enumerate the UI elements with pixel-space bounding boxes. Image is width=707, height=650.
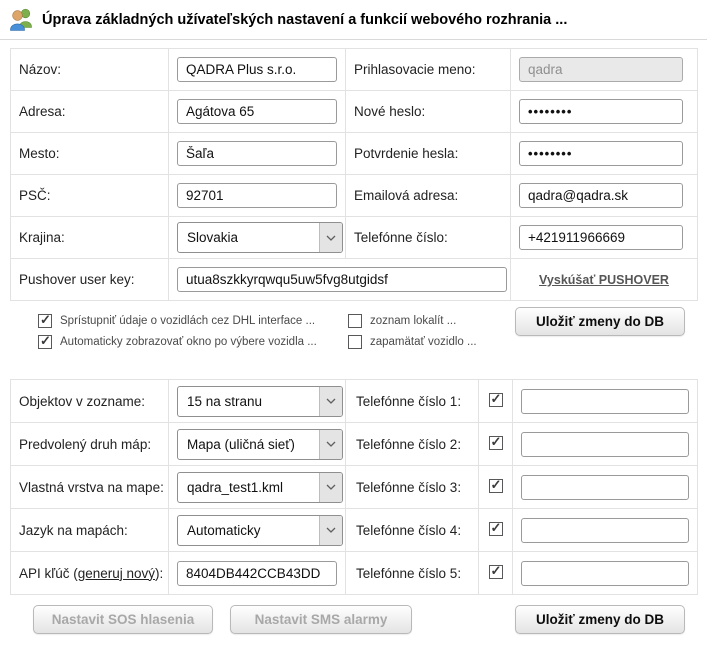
psc-input[interactable] bbox=[177, 183, 337, 208]
auto-okno-label: Automaticky zobrazovať okno po výbere vo… bbox=[60, 336, 317, 348]
nove-heslo-label: Nové heslo: bbox=[346, 91, 511, 133]
email-input[interactable] bbox=[519, 183, 683, 208]
pushover-key-label: Pushover user key: bbox=[11, 259, 169, 301]
zoznam-lokalit-label: zoznam lokalít ... bbox=[370, 315, 456, 327]
telefon-2-checkbox[interactable] bbox=[489, 436, 503, 450]
objektov-select-value: 15 na stranu bbox=[178, 394, 319, 409]
potvrdenie-hesla-label: Potvrdenie hesla: bbox=[346, 133, 511, 175]
nazov-input[interactable] bbox=[177, 57, 337, 82]
dhl-interface-checkbox[interactable] bbox=[38, 314, 52, 328]
table-row: Objektov v zozname: 15 na stranu Telefón… bbox=[11, 380, 698, 423]
telefon-3-input[interactable] bbox=[521, 475, 689, 500]
pushover-key-input[interactable] bbox=[177, 267, 507, 292]
krajina-select[interactable]: Slovakia bbox=[177, 222, 343, 253]
druh-map-label: Predvolený druh máp: bbox=[11, 423, 169, 466]
mesto-input[interactable] bbox=[177, 141, 337, 166]
zapamatat-vozidlo-checkbox[interactable] bbox=[348, 335, 362, 349]
table-row: Adresa: Nové heslo: bbox=[11, 91, 698, 133]
api-kluc-label: API kľúč (generuj nový): bbox=[11, 552, 169, 595]
objektov-select[interactable]: 15 na stranu bbox=[177, 386, 343, 417]
mesto-label: Mesto: bbox=[11, 133, 169, 175]
table-row: API kľúč (generuj nový): Telefónne číslo… bbox=[11, 552, 698, 595]
api-kluc-input[interactable] bbox=[177, 561, 337, 586]
vrstva-label: Vlastná vrstva na mape: bbox=[11, 466, 169, 509]
chevron-down-icon bbox=[319, 473, 342, 502]
save-db-button-bottom[interactable]: Uložiť zmeny do DB bbox=[515, 605, 685, 634]
chevron-down-icon bbox=[319, 430, 342, 459]
options-zone: Sprístupniť údaje o vozidlách cez DHL in… bbox=[0, 301, 707, 371]
table-row: PSČ: Emailová adresa: bbox=[11, 175, 698, 217]
chevron-down-icon bbox=[319, 516, 342, 545]
nazov-label: Názov: bbox=[11, 49, 169, 91]
druh-map-select-value: Mapa (uličná sieť) bbox=[178, 437, 319, 452]
chevron-down-icon bbox=[319, 387, 342, 416]
zoznam-lokalit-checkbox[interactable] bbox=[348, 314, 362, 328]
psc-label: PSČ: bbox=[11, 175, 169, 217]
telefon-4-input[interactable] bbox=[521, 518, 689, 543]
table-row: Krajina: Slovakia Telefónne číslo: bbox=[11, 217, 698, 259]
telefon-2-input[interactable] bbox=[521, 432, 689, 457]
vrstva-select-value: qadra_test1.kml bbox=[178, 480, 319, 495]
krajina-label: Krajina: bbox=[11, 217, 169, 259]
table-row: Vlastná vrstva na mape: qadra_test1.kml … bbox=[11, 466, 698, 509]
objektov-label: Objektov v zozname: bbox=[11, 380, 169, 423]
telefon-1-checkbox[interactable] bbox=[489, 393, 503, 407]
druh-map-select[interactable]: Mapa (uličná sieť) bbox=[177, 429, 343, 460]
telefon-5-checkbox[interactable] bbox=[489, 565, 503, 579]
display-settings-table: Objektov v zozname: 15 na stranu Telefón… bbox=[10, 379, 698, 595]
table-row: Mesto: Potvrdenie hesla: bbox=[11, 133, 698, 175]
users-icon bbox=[8, 6, 35, 33]
table-row: Jazyk na mapách: Automaticky Telefónne č… bbox=[11, 509, 698, 552]
table-row: Predvolený druh máp: Mapa (uličná sieť) … bbox=[11, 423, 698, 466]
telefon-2-label: Telefónne číslo 2: bbox=[346, 423, 479, 466]
user-settings-table: Názov: Prihlasovacie meno: Adresa: Nové … bbox=[10, 48, 698, 301]
telefon-4-label: Telefónne číslo 4: bbox=[346, 509, 479, 552]
telefon-3-checkbox[interactable] bbox=[489, 479, 503, 493]
table-row: Názov: Prihlasovacie meno: bbox=[11, 49, 698, 91]
save-db-button-top[interactable]: Uložiť zmeny do DB bbox=[515, 307, 685, 336]
page-header: Úprava základných užívateľských nastaven… bbox=[0, 0, 707, 40]
auto-okno-checkbox[interactable] bbox=[38, 335, 52, 349]
table-row: Pushover user key: Vyskúšať PUSHOVER bbox=[11, 259, 698, 301]
jazyk-label: Jazyk na mapách: bbox=[11, 509, 169, 552]
telefon-input[interactable] bbox=[519, 225, 683, 250]
footer-actions: Nastavit SOS hlasenia Nastavit SMS alarm… bbox=[33, 605, 697, 634]
pushover-test-link[interactable]: Vyskúšať PUSHOVER bbox=[539, 273, 669, 287]
telefon-3-label: Telefónne číslo 3: bbox=[346, 466, 479, 509]
dhl-interface-label: Sprístupniť údaje o vozidlách cez DHL in… bbox=[60, 315, 315, 327]
page-title: Úprava základných užívateľských nastaven… bbox=[42, 12, 567, 28]
zapamatat-vozidlo-label: zapamätať vozidlo ... bbox=[370, 336, 477, 348]
telefon-5-label: Telefónne číslo 5: bbox=[346, 552, 479, 595]
vrstva-select[interactable]: qadra_test1.kml bbox=[177, 472, 343, 503]
prihlasovacie-meno-input bbox=[519, 57, 683, 82]
adresa-label: Adresa: bbox=[11, 91, 169, 133]
telefon-1-label: Telefónne číslo 1: bbox=[346, 380, 479, 423]
prihlasovacie-meno-label: Prihlasovacie meno: bbox=[346, 49, 511, 91]
email-label: Emailová adresa: bbox=[346, 175, 511, 217]
jazyk-select-value: Automaticky bbox=[178, 523, 319, 538]
telefon-label: Telefónne číslo: bbox=[346, 217, 511, 259]
sos-button[interactable]: Nastavit SOS hlasenia bbox=[33, 605, 213, 634]
nove-heslo-input[interactable] bbox=[519, 99, 683, 124]
sms-button[interactable]: Nastavit SMS alarmy bbox=[230, 605, 412, 634]
generuj-novy-link[interactable]: generuj nový bbox=[78, 566, 155, 581]
chevron-down-icon bbox=[319, 223, 342, 252]
krajina-select-value: Slovakia bbox=[178, 230, 319, 245]
telefon-4-checkbox[interactable] bbox=[489, 522, 503, 536]
jazyk-select[interactable]: Automaticky bbox=[177, 515, 343, 546]
adresa-input[interactable] bbox=[177, 99, 337, 124]
telefon-5-input[interactable] bbox=[521, 561, 689, 586]
potvrdenie-hesla-input[interactable] bbox=[519, 141, 683, 166]
telefon-1-input[interactable] bbox=[521, 389, 689, 414]
